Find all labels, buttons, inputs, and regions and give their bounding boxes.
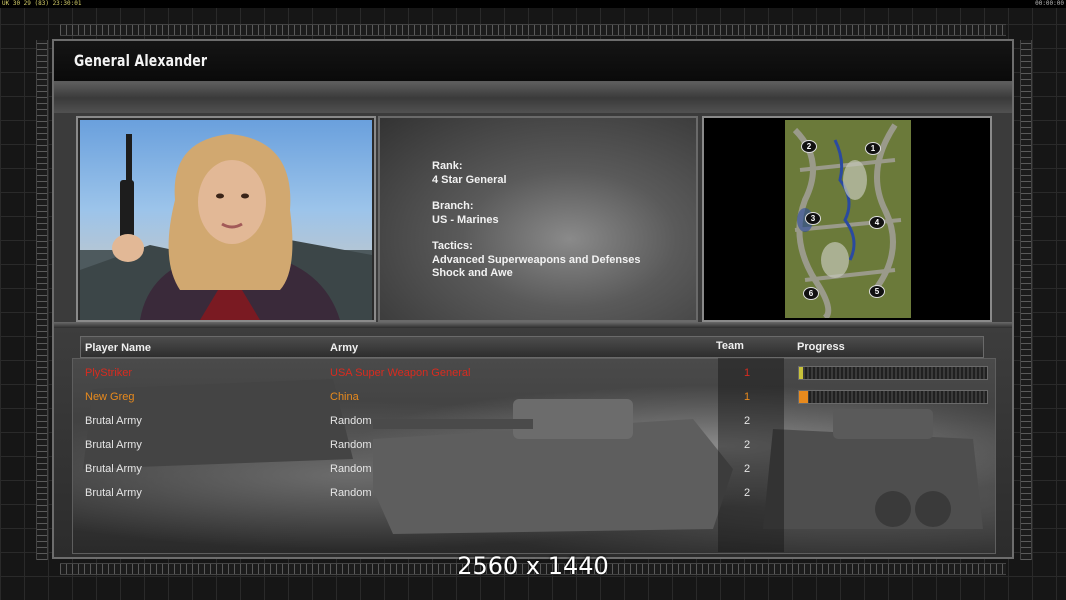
portrait-image [80,134,372,320]
start-position-marker: 1 [865,142,881,155]
top-ruler [60,24,1006,36]
header-team: Team [716,340,744,352]
player-name[interactable]: Brutal Army [85,487,142,499]
player-army[interactable]: USA Super Weapon General [330,367,470,379]
player-name[interactable]: Brutal Army [85,463,142,475]
general-name: General Alexander [74,51,208,70]
start-position-marker: 5 [869,285,885,298]
player-row[interactable]: Brutal Army Random 2 [0,486,1066,506]
title-bar: General Alexander [54,41,1012,83]
player-name[interactable]: PlyStriker [85,367,132,379]
tactics-line: Shock and Awe [432,267,513,279]
player-team[interactable]: 2 [744,415,750,427]
start-position-marker: 2 [801,140,817,153]
progress-bar [798,390,988,404]
progress-fill [799,367,803,379]
player-team[interactable]: 2 [744,487,750,499]
player-row[interactable]: PlyStriker USA Super Weapon General 1 [0,366,1066,386]
progress-fill [799,391,809,403]
player-team[interactable]: 2 [744,439,750,451]
map-preview: 2 1 3 4 6 5 [785,120,911,318]
status-right: 00:00:00 [1035,0,1064,7]
player-army[interactable]: Random [330,487,372,499]
tactics-line: Advanced Superweapons and Defenses [432,253,641,266]
player-name[interactable]: Brutal Army [85,439,142,451]
left-ruler [36,40,48,560]
branch-value: US - Marines [432,213,499,226]
player-team[interactable]: 1 [744,367,750,379]
header-army: Army [330,342,359,354]
start-position-marker: 3 [805,212,821,225]
branch-label: Branch: [432,200,474,212]
lobby-header [80,336,984,358]
general-portrait [80,120,372,320]
status-bar: UK 30 29 (83) 23:30:01 00:00:00 [0,0,1066,8]
player-row[interactable]: Brutal Army Random 2 [0,414,1066,434]
portrait-frame [76,116,376,322]
status-left: UK 30 29 (83) 23:30:01 [2,0,82,7]
player-army[interactable]: Random [330,463,372,475]
header-progress: Progress [797,341,845,353]
start-position-marker: 6 [803,287,819,300]
right-ruler [1020,40,1032,560]
start-position-marker: 4 [869,216,885,229]
player-row[interactable]: Brutal Army Random 2 [0,462,1066,482]
player-team[interactable]: 2 [744,463,750,475]
resolution-watermark: 2560 x 1440 [457,552,609,580]
player-army[interactable]: Random [330,415,372,427]
progress-bar [798,366,988,380]
player-name[interactable]: New Greg [85,391,135,403]
decorative-band [54,83,1012,113]
map-preview-frame: 2 1 3 4 6 5 [702,116,992,322]
general-info-panel: Rank: 4 Star General Branch: US - Marine… [378,116,698,322]
tactics-label: Tactics: [432,240,473,252]
player-name[interactable]: Brutal Army [85,415,142,427]
player-row[interactable]: Brutal Army Random 2 [0,438,1066,458]
player-army[interactable]: China [330,391,359,403]
player-army[interactable]: Random [330,439,372,451]
player-row[interactable]: New Greg China 1 [0,390,1066,410]
header-player-name: Player Name [85,342,152,354]
rank-label: Rank: [432,160,463,172]
rank-value: 4 Star General [432,173,507,186]
player-team[interactable]: 1 [744,391,750,403]
